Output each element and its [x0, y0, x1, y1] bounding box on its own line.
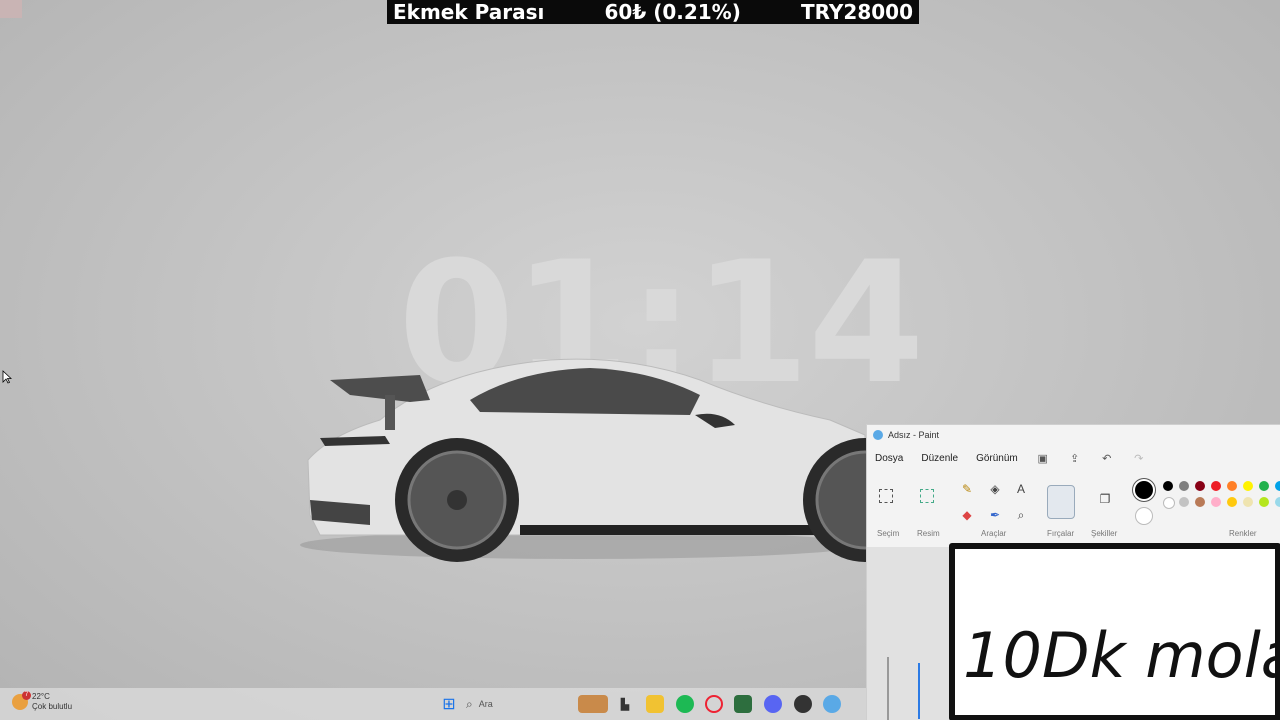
search-placeholder: Ara: [478, 699, 493, 709]
weather-temp: 22°C: [32, 692, 50, 701]
color-swatch[interactable]: [1275, 481, 1280, 491]
group-label-tools: Araçlar: [981, 529, 1007, 538]
paint-app-icon: [873, 430, 883, 440]
app-green-icon[interactable]: [734, 695, 752, 713]
group-label-colors: Renkler: [1229, 529, 1257, 538]
ticker-change: 60₺ (0.21%): [604, 0, 741, 24]
app-dark-icon[interactable]: [794, 695, 812, 713]
color-swatch[interactable]: [1179, 497, 1189, 507]
selection-icon[interactable]: [879, 489, 893, 503]
terminal-icon[interactable]: ▙: [616, 695, 634, 713]
group-label-brushes: Fırçalar: [1047, 529, 1075, 538]
corner-app-badge[interactable]: [0, 0, 22, 18]
opera-icon[interactable]: [705, 695, 723, 713]
menu-view[interactable]: Görünüm: [976, 451, 1018, 466]
eraser-icon[interactable]: ◆: [959, 507, 975, 523]
brushes-button[interactable]: [1047, 485, 1075, 519]
color-swatch[interactable]: [1211, 481, 1221, 491]
redo-icon[interactable]: ↷: [1132, 451, 1146, 465]
share-icon[interactable]: ⇪: [1068, 451, 1082, 465]
color-swatch[interactable]: [1227, 497, 1237, 507]
pencil-icon[interactable]: ✎: [959, 481, 975, 497]
spotify-icon[interactable]: [676, 695, 694, 713]
wallpaper-car: [300, 358, 870, 562]
color-swatch[interactable]: [1195, 497, 1205, 507]
paint-window[interactable]: Adsız - Paint Dosya Düzenle Görünüm ▣ ⇪ …: [866, 424, 1280, 720]
color-swatch[interactable]: [1243, 481, 1253, 491]
save-icon[interactable]: ▣: [1036, 451, 1050, 465]
color-swatch[interactable]: [1163, 481, 1173, 491]
weather-desc: Çok bulutlu: [32, 702, 73, 711]
search-icon: ⌕: [466, 696, 473, 711]
weather-widget[interactable]: 7 22°C Çok bulutlu: [12, 691, 73, 712]
photo-app-icon[interactable]: [578, 695, 608, 713]
color-swatch[interactable]: [1275, 497, 1280, 507]
paint-title: Adsız - Paint: [888, 430, 940, 440]
handwriting-text: 10Dk mola: [963, 619, 1280, 692]
color-swatch[interactable]: [1227, 481, 1237, 491]
canvas-text: 10Dk mola: [963, 619, 1275, 692]
windows-start-icon[interactable]: ⊞: [440, 695, 458, 713]
group-label-selection: Seçim: [877, 529, 900, 538]
ticker-value: TRY28000: [800, 0, 913, 24]
opacity-slider[interactable]: [918, 663, 920, 719]
paint-menu-bar: Dosya Düzenle Görünüm ▣ ⇪ ↶ ↷: [867, 445, 1280, 471]
drawing-canvas[interactable]: 10Dk mola: [949, 543, 1280, 720]
group-label-image: Resim: [917, 529, 940, 538]
file-explorer-icon[interactable]: [646, 695, 664, 713]
color-swatch[interactable]: [1243, 497, 1253, 507]
weather-badge: 7: [22, 691, 31, 700]
undo-icon[interactable]: ↶: [1100, 451, 1114, 465]
primary-color[interactable]: [1135, 481, 1153, 499]
color-swatch[interactable]: [1163, 497, 1175, 509]
magnifier-icon[interactable]: ⌕: [1013, 507, 1029, 523]
color-swatch[interactable]: [1259, 497, 1269, 507]
image-icon[interactable]: [920, 489, 934, 503]
color-swatch[interactable]: [1179, 481, 1189, 491]
color-swatch[interactable]: [1259, 481, 1269, 491]
ticker-name: Ekmek Parası: [393, 0, 545, 24]
menu-file[interactable]: Dosya: [875, 451, 903, 466]
stock-ticker: Ekmek Parası 60₺ (0.21%) TRY28000: [387, 0, 919, 24]
secondary-color[interactable]: [1135, 507, 1153, 525]
color-swatch[interactable]: [1211, 497, 1221, 507]
group-label-shapes: Şekiller: [1091, 529, 1118, 538]
shapes-icon[interactable]: ❐: [1097, 491, 1113, 507]
paint-title-bar[interactable]: Adsız - Paint: [867, 425, 1280, 445]
discord-icon[interactable]: [764, 695, 782, 713]
paint-taskbar-icon[interactable]: [823, 695, 841, 713]
fill-icon[interactable]: ◈: [987, 481, 1003, 497]
weather-icon: 7: [12, 691, 31, 710]
taskbar-search[interactable]: ⌕ Ara: [466, 694, 570, 714]
color-swatch[interactable]: [1195, 481, 1205, 491]
text-icon[interactable]: A: [1013, 481, 1029, 497]
size-slider-track[interactable]: [887, 657, 889, 720]
mouse-cursor-icon: [2, 370, 12, 384]
color-picker-icon[interactable]: ✒: [987, 507, 1003, 523]
menu-edit[interactable]: Düzenle: [921, 451, 958, 466]
